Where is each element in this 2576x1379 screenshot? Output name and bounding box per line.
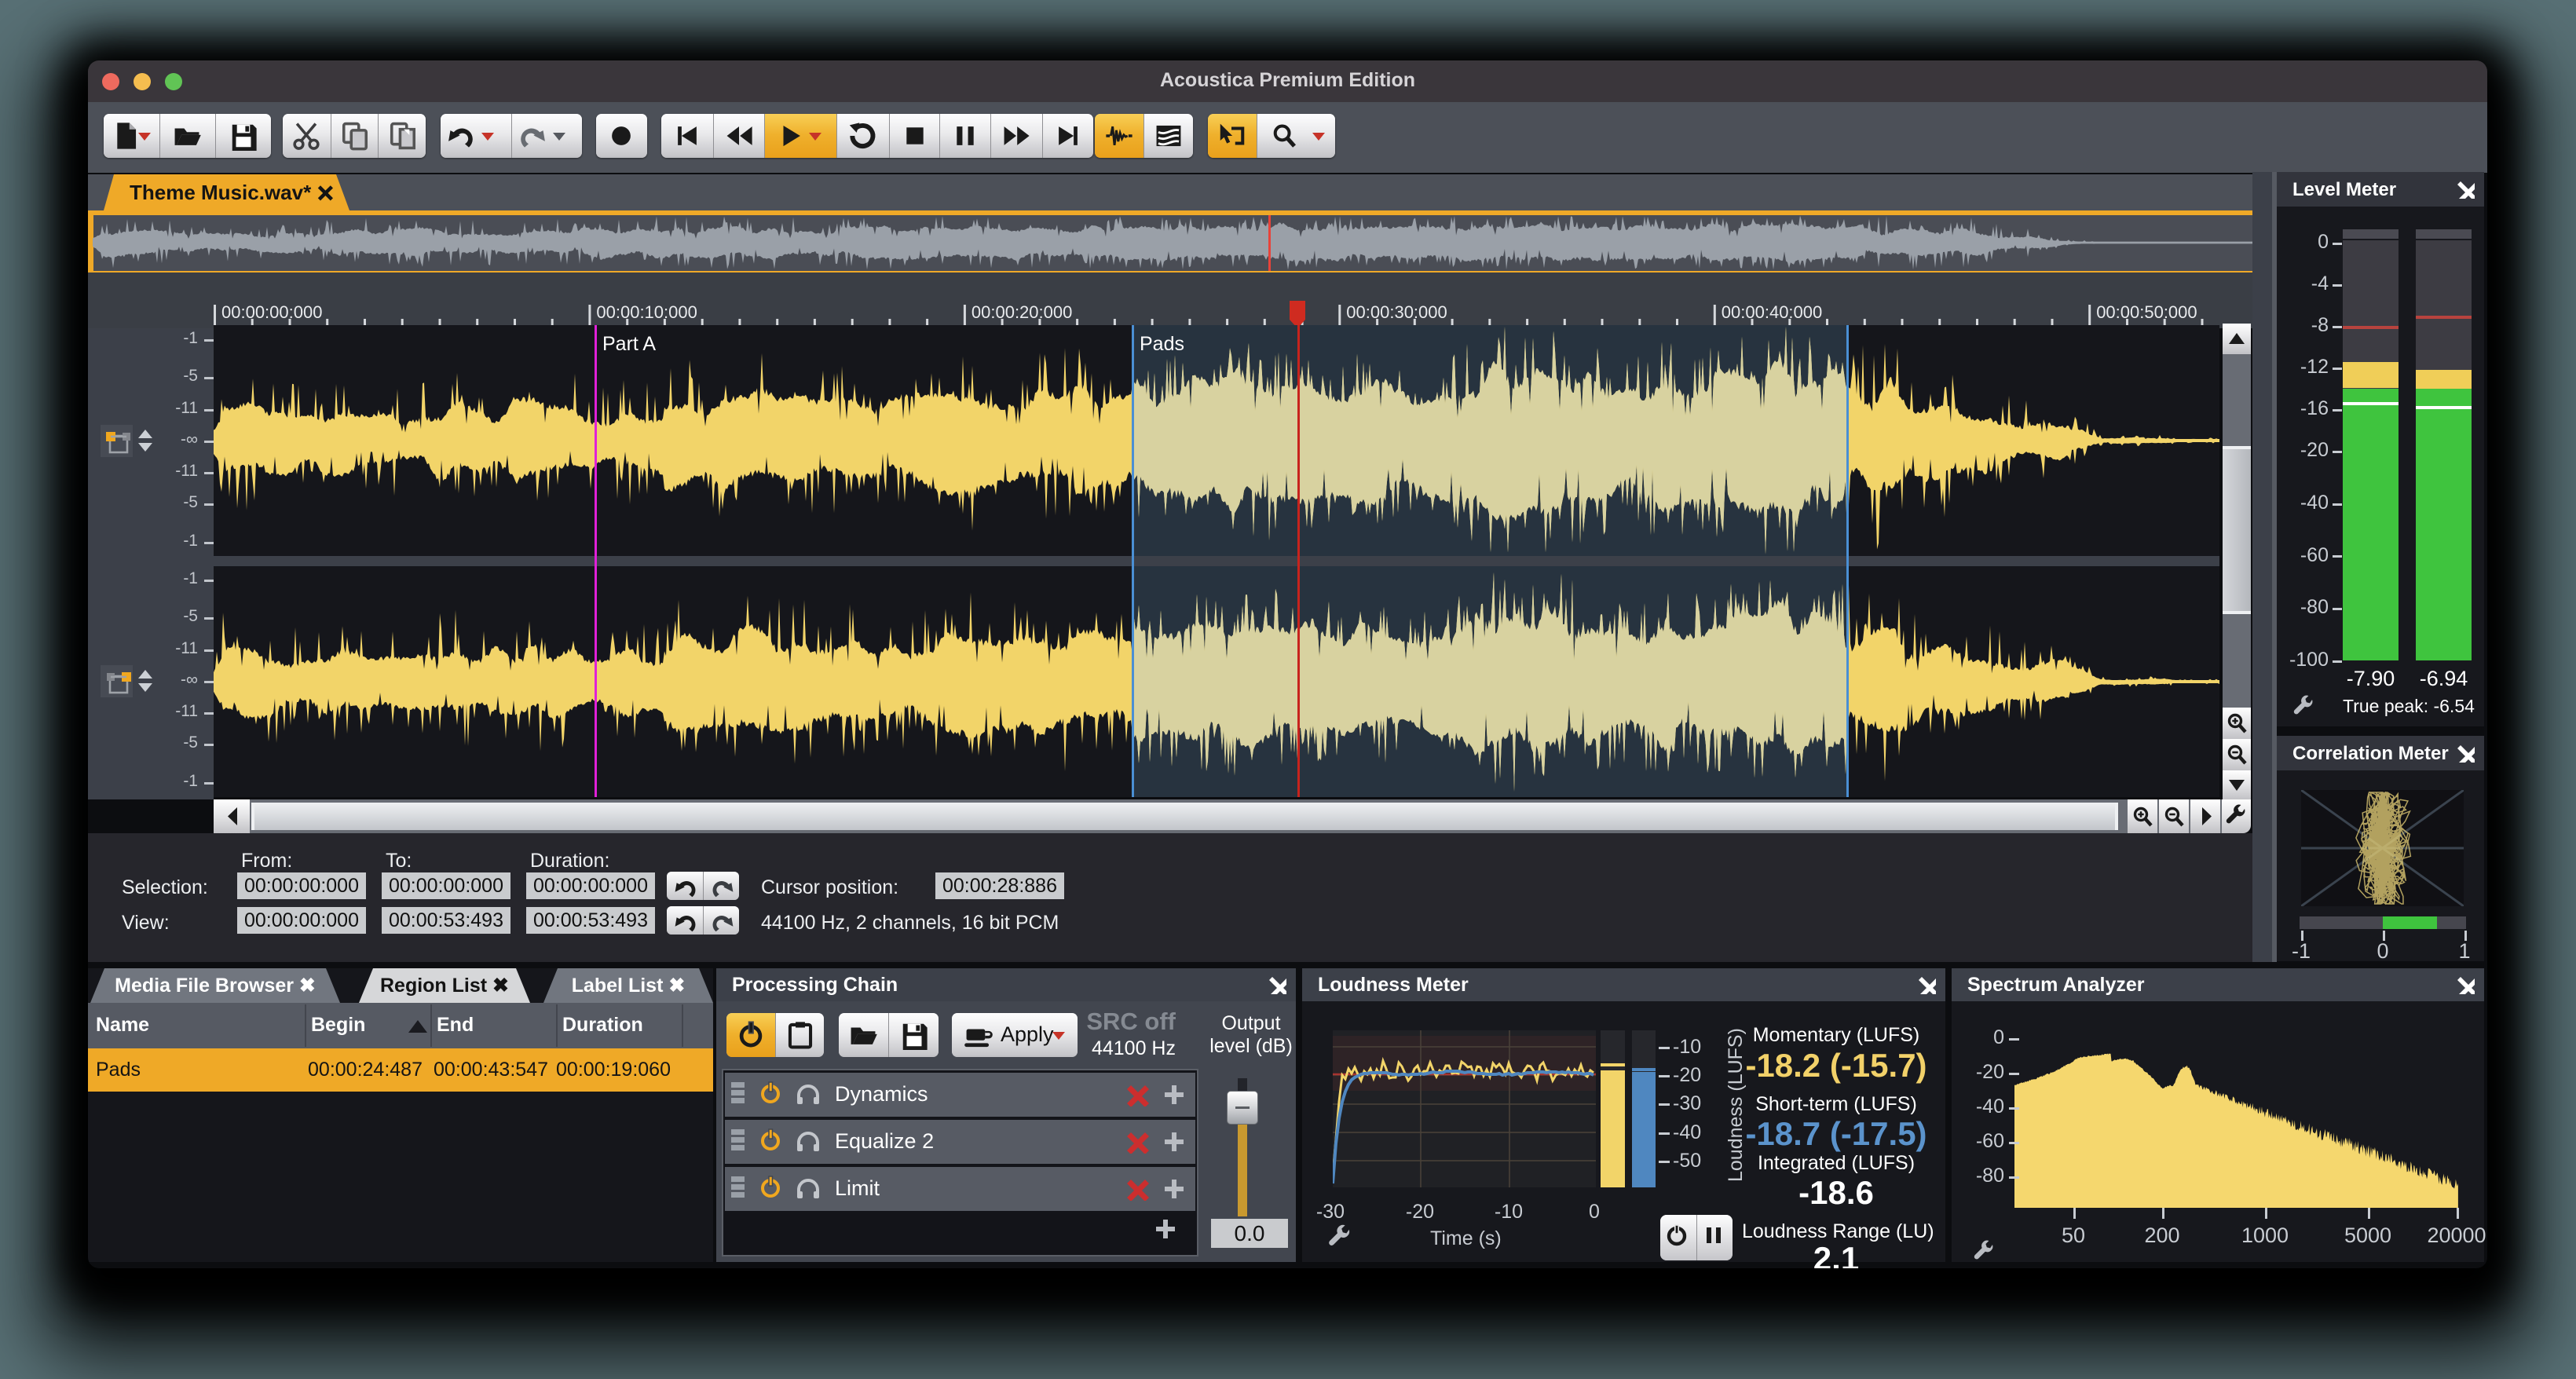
svg-text:00:00:10:000: 00:00:10:000 — [596, 302, 697, 322]
svg-text:Part A: Part A — [602, 333, 656, 355]
svg-text:00:00:40:000: 00:00:40:000 — [1722, 302, 1822, 322]
svg-text:00:00:30:000: 00:00:30:000 — [1346, 302, 1447, 322]
svg-text:Pads: Pads — [1140, 333, 1184, 355]
svg-text:00:00:50:000: 00:00:50:000 — [2096, 302, 2197, 322]
svg-text:00:00:00:000: 00:00:00:000 — [221, 302, 322, 322]
svg-text:00:00:20:000: 00:00:20:000 — [971, 302, 1072, 322]
